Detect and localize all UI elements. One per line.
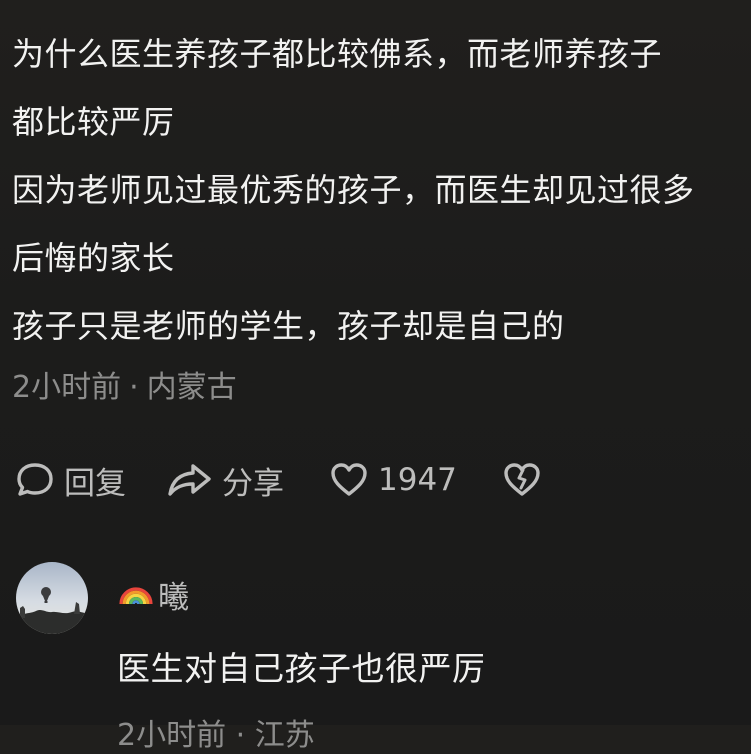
dislike-button[interactable] — [501, 459, 543, 501]
avatar-balloon-landscape-image — [16, 562, 88, 634]
comment-line: 都比较严厉 — [12, 103, 175, 141]
share-arrow-icon — [166, 459, 214, 501]
comment-location: 内蒙古 — [146, 370, 237, 405]
reply-meta: 2小时前 · 江苏 — [117, 718, 315, 753]
comment-body: 为什么医生养孩子都比较佛系，而老师养孩子 都比较严厉 因为老师见过最优秀的孩子，… — [12, 20, 751, 360]
reply-text: 医生对自己孩子也很严厉 — [117, 649, 486, 688]
rainbow-icon — [118, 576, 158, 614]
broken-heart-icon — [501, 459, 543, 501]
avatar[interactable] — [16, 562, 88, 634]
share-button[interactable]: 分享 — [166, 458, 284, 503]
reply-label: 回复 — [64, 465, 126, 502]
comment-line: 因为老师见过最优秀的孩子，而医生却见过很多 — [12, 171, 695, 209]
like-button[interactable]: 1947 — [328, 459, 457, 501]
heart-icon — [328, 459, 370, 501]
comment-line: 孩子只是老师的学生，孩子却是自己的 — [12, 307, 565, 345]
share-label: 分享 — [222, 465, 284, 502]
comment-line: 为什么医生养孩子都比较佛系，而老师养孩子 — [12, 35, 663, 73]
reply-username-row[interactable]: 曦 — [118, 572, 189, 617]
comment-line: 后悔的家长 — [12, 239, 175, 277]
meta-separator: · — [129, 370, 139, 405]
comment-time: 2小时前 — [12, 370, 122, 405]
reply-button[interactable]: 回复 — [14, 458, 126, 503]
comment-actions: 回复 分享 1947 — [14, 452, 543, 508]
reply-username: 曦 — [158, 580, 189, 616]
comment-meta: 2小时前 · 内蒙古 — [12, 362, 237, 406]
comment-bubble-icon — [14, 459, 56, 501]
like-count: 1947 — [378, 462, 457, 498]
